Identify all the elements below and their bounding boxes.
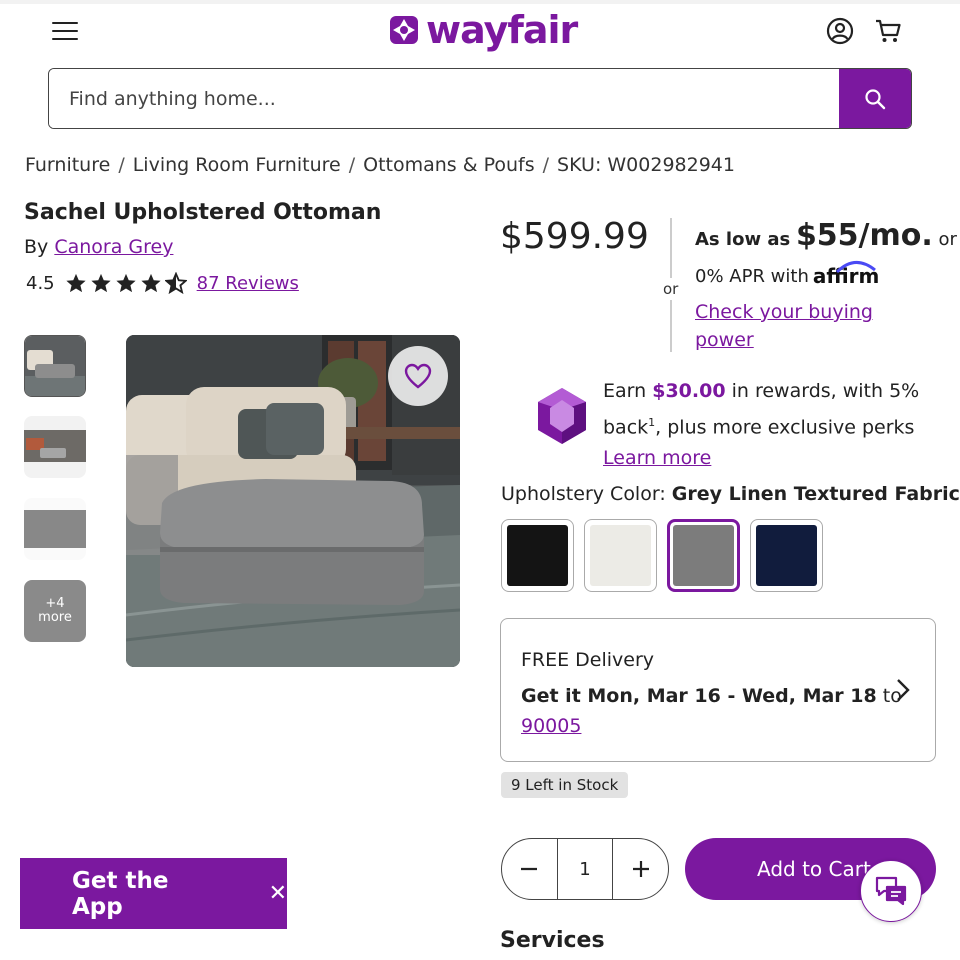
star-rating bbox=[65, 272, 187, 294]
brand-line: By Canora Grey bbox=[24, 236, 173, 258]
affirm-arc-icon bbox=[835, 261, 876, 274]
swatch-fill bbox=[673, 525, 734, 586]
wayfair-logo[interactable]: wayfair bbox=[388, 8, 578, 52]
more-label: more bbox=[38, 610, 72, 625]
status-strip bbox=[0, 0, 960, 4]
cart-icon[interactable] bbox=[874, 17, 902, 45]
reviews-link[interactable]: 87 Reviews bbox=[197, 273, 299, 294]
price: $599.99 bbox=[500, 216, 649, 257]
quantity-value[interactable]: 1 bbox=[556, 839, 614, 899]
delivery-card[interactable]: FREE Delivery Get it Mon, Mar 16 - Wed, … bbox=[500, 618, 936, 762]
thumbnail-1[interactable] bbox=[24, 335, 86, 397]
delivery-date: Get it Mon, Mar 16 - Wed, Mar 18 to bbox=[521, 685, 902, 707]
swatch-grey-selected[interactable] bbox=[667, 519, 740, 592]
product-title: Sachel Upholstered Ottoman bbox=[24, 200, 382, 225]
favorite-button[interactable] bbox=[388, 346, 448, 406]
logo-text: wayfair bbox=[426, 8, 578, 52]
swatch-white[interactable] bbox=[584, 519, 657, 592]
chat-button[interactable] bbox=[860, 860, 922, 922]
services-heading: Services bbox=[500, 928, 605, 953]
star-icon bbox=[141, 273, 161, 293]
as-low-as-label: As low as bbox=[695, 229, 791, 250]
breadcrumb-sku: SKU: W002982941 bbox=[557, 154, 735, 176]
swatch-black[interactable] bbox=[501, 519, 574, 592]
swatch-fill bbox=[590, 525, 651, 586]
check-buying-power-link[interactable]: Check your buying power bbox=[695, 298, 895, 354]
chevron-right-icon bbox=[897, 679, 910, 701]
breadcrumb-living-room[interactable]: Living Room Furniture bbox=[133, 154, 341, 176]
breadcrumb-ottomans[interactable]: Ottomans & Poufs bbox=[363, 154, 535, 176]
logo-mark-icon bbox=[390, 16, 418, 44]
rewards-gem-icon bbox=[538, 388, 586, 444]
quantity-stepper: 1 bbox=[501, 838, 669, 900]
search-input[interactable] bbox=[49, 69, 839, 128]
decrement-button[interactable] bbox=[502, 839, 557, 899]
monthly-price: $55/mo. bbox=[795, 218, 933, 253]
color-selected: Grey Linen Textured Fabric bbox=[671, 483, 960, 505]
product-thumbnail-image bbox=[24, 498, 86, 560]
zip-link[interactable]: 90005 bbox=[521, 715, 581, 737]
swatch-fill bbox=[756, 525, 817, 586]
rewards-text: Earn $30.00 in rewards, with 5% back1, p… bbox=[603, 376, 933, 474]
swatch-fill bbox=[507, 525, 568, 586]
breadcrumb-furniture[interactable]: Furniture bbox=[25, 154, 110, 176]
brand-link[interactable]: Canora Grey bbox=[54, 236, 173, 258]
star-icon bbox=[66, 273, 86, 293]
more-count: +4 bbox=[45, 596, 65, 611]
search-button[interactable] bbox=[839, 69, 911, 128]
half-star-icon bbox=[164, 272, 187, 294]
rewards-amount: $30.00 bbox=[652, 380, 726, 402]
color-label: Upholstery Color: bbox=[501, 483, 666, 505]
learn-more-link[interactable]: Learn more bbox=[603, 447, 711, 469]
close-icon[interactable]: ✕ bbox=[269, 881, 287, 906]
menu-icon[interactable] bbox=[52, 20, 78, 42]
increment-button[interactable] bbox=[613, 839, 668, 899]
product-thumbnail-image bbox=[25, 336, 85, 396]
heart-icon bbox=[404, 363, 432, 389]
swatch-navy[interactable] bbox=[750, 519, 823, 592]
delivery-date-text: Get it Mon, Mar 16 - Wed, Mar 18 bbox=[521, 685, 877, 707]
search-bar bbox=[48, 68, 912, 129]
product-thumbnail-image bbox=[24, 416, 86, 478]
account-icon[interactable] bbox=[826, 17, 854, 45]
plus-icon bbox=[632, 861, 649, 877]
apr-text: 0% APR with bbox=[695, 265, 809, 287]
minus-icon bbox=[521, 867, 538, 871]
or-label: or bbox=[663, 278, 679, 300]
rewards-text-2: , plus more exclusive perks bbox=[655, 416, 915, 439]
upholstery-color-label: Upholstery Color: Grey Linen Textured Fa… bbox=[501, 483, 960, 505]
search-icon bbox=[865, 88, 886, 109]
star-icon bbox=[116, 273, 136, 293]
rating-row: 4.5 87 Reviews bbox=[26, 272, 299, 294]
breadcrumb: Furniture / Living Room Furniture / Ottomans… bbox=[25, 154, 735, 176]
rating-value: 4.5 bbox=[26, 272, 55, 294]
get-app-label: Get the App bbox=[72, 867, 169, 920]
by-label: By bbox=[24, 236, 49, 258]
delivery-title: FREE Delivery bbox=[521, 649, 655, 671]
financing-line: As low as $55/mo. or bbox=[695, 218, 957, 253]
apr-line: 0% APR with affirm bbox=[695, 261, 879, 288]
affirm-logo: affirm bbox=[813, 261, 879, 288]
thumbnail-3[interactable] bbox=[24, 498, 86, 560]
chat-icon bbox=[875, 876, 907, 906]
rewards-earn: Earn bbox=[603, 380, 647, 402]
star-icon bbox=[91, 273, 111, 293]
thumbnail-2[interactable] bbox=[24, 416, 86, 478]
thumbnail-more[interactable]: +4 more bbox=[24, 580, 86, 642]
monthly-or: or bbox=[938, 229, 957, 250]
get-the-app-banner[interactable]: Get the App ✕ bbox=[20, 858, 287, 929]
stock-badge: 9 Left in Stock bbox=[501, 772, 629, 798]
